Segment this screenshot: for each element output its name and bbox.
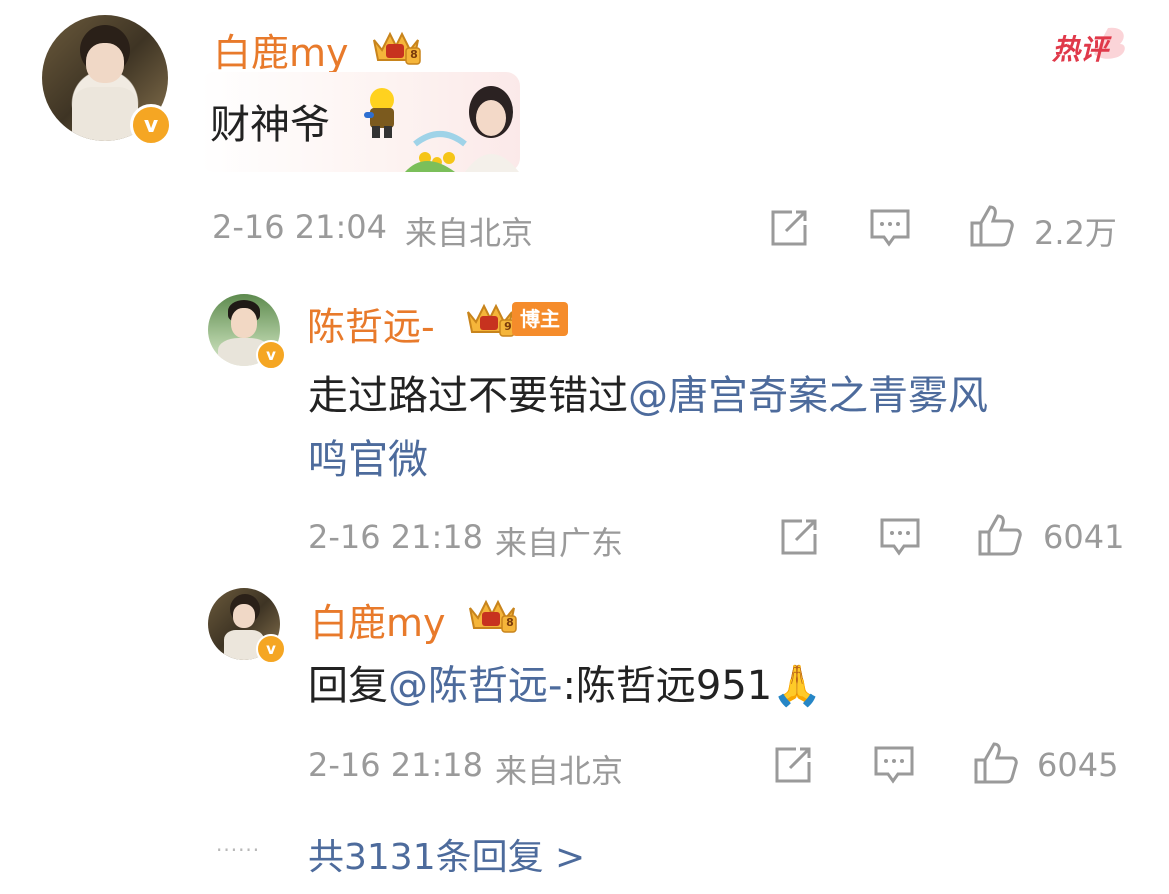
more-replies-dots: ······ [216,838,261,862]
member-crown-icon: 9 [462,298,518,338]
like-count: 2.2万 [1034,214,1117,252]
reply-button[interactable] [868,207,912,249]
reply-location: 来自北京 [495,752,624,790]
reply-text-content: :陈哲远951 [562,663,773,709]
hot-comment-badge: 热评 [1048,22,1128,66]
avatar-pendant-image [405,74,523,172]
share-button[interactable] [772,744,814,786]
author-name[interactable]: 陈哲远- [307,296,435,351]
comment-icon [880,518,920,556]
author-name[interactable]: 白鹿my [213,22,349,77]
hot-badge-label: 热评 [1052,33,1109,66]
comment-time: 2-16 21:04 [212,208,388,246]
reply-location: 来自广东 [495,524,624,562]
verified-badge: v [256,634,286,664]
reply-button[interactable] [878,516,922,558]
like-button[interactable] [976,512,1024,558]
mention-link[interactable]: @陈哲远- [388,663,562,709]
mention-link-continued[interactable]: 鸣官微 [308,437,428,483]
member-level: 8 [506,616,514,629]
like-count: 6041 [1043,518,1125,556]
reply-text: 走过路过不要错过@唐宫奇案之青雾风 鸣官微 [308,364,988,492]
reply-text: 回复@陈哲远-:陈哲远951🙏 [308,660,822,712]
praying-hands-emoji-icon: 🙏 [772,663,823,709]
comment-location: 来自北京 [405,214,534,252]
mention-link[interactable]: @唐宫奇案之青雾风 [628,373,988,419]
share-button[interactable] [768,207,810,249]
share-button[interactable] [778,516,820,558]
thumbs-up-icon [974,742,1018,784]
thumbs-up-icon [978,514,1022,556]
emoji-sticker-icon [358,86,404,140]
comment-icon [870,209,910,247]
member-level: 8 [410,48,418,61]
author-tag-badge: 博主 [512,302,568,336]
member-crown-icon: 8 [464,594,520,634]
author-name[interactable]: 白鹿my [310,592,446,647]
like-count: 6045 [1037,746,1119,784]
like-button[interactable] [968,203,1016,249]
verified-badge: v [130,104,172,146]
share-icon [781,519,817,555]
comment-text: 财神爷 [210,102,330,148]
comment-icon [874,746,914,784]
verified-badge: v [256,340,286,370]
reply-prefix: 回复 [308,663,388,709]
member-crown-icon: 8 [368,26,424,66]
reply-time: 2-16 21:18 [308,746,484,784]
like-button[interactable] [972,740,1020,786]
share-icon [775,747,811,783]
share-icon [771,210,807,246]
thumbs-up-icon [970,205,1014,247]
reply-text-content: 走过路过不要错过 [308,373,628,419]
reply-button[interactable] [872,744,916,786]
more-replies-link[interactable]: 共3131条回复 > [308,828,585,880]
reply-time: 2-16 21:18 [308,518,484,556]
